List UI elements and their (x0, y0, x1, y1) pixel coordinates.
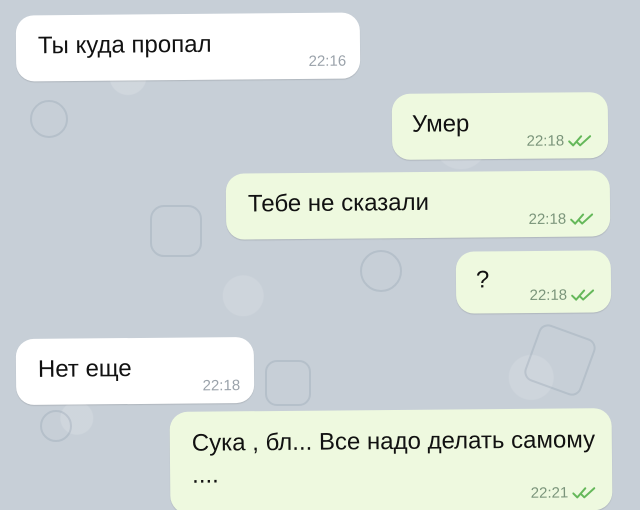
background-doodle (521, 321, 599, 399)
message-text: Умер (411, 110, 470, 138)
message-time: 22:18 (526, 132, 565, 150)
message-meta: 22:18 (528, 210, 597, 229)
message-time: 22:18 (529, 286, 568, 305)
message-time: 22:16 (308, 52, 347, 70)
message-time: 22:21 (530, 484, 569, 502)
double-check-icon (572, 486, 596, 498)
incoming-message-bubble[interactable]: Ты куда пропал 22:16 (15, 12, 361, 82)
outgoing-message-bubble[interactable]: Умер 22:18 (391, 92, 609, 160)
incoming-message-bubble[interactable]: Нет еще 22:18 (15, 336, 255, 406)
message-time: 22:18 (202, 377, 241, 395)
double-check-icon (570, 212, 594, 225)
message-meta: 22:18 (529, 286, 598, 305)
message-time: 22:18 (528, 210, 567, 229)
message-text: Сука , бл... Все надо делать самому .... (191, 426, 596, 489)
double-check-icon (571, 288, 595, 301)
outgoing-message-bubble[interactable]: ? 22:18 (455, 250, 612, 314)
message-meta: 22:18 (526, 132, 595, 150)
message-meta: 22:18 (202, 377, 241, 395)
message-text: Тебе не сказали (247, 188, 430, 218)
message-text: ? (475, 266, 490, 294)
background-doodle (150, 205, 202, 257)
chat-background: Ты куда пропал 22:16 Умер 22:18 Тебе не … (0, 0, 640, 510)
message-text: Нет еще (37, 355, 132, 383)
background-doodle (40, 410, 72, 442)
double-check-icon (568, 134, 592, 146)
message-text: Ты куда пропал (37, 30, 212, 60)
background-doodle (30, 100, 68, 138)
background-doodle (360, 250, 402, 292)
outgoing-message-bubble[interactable]: Тебе не сказали 22:18 (225, 170, 611, 240)
message-meta: 22:16 (308, 52, 347, 70)
background-doodle (265, 360, 311, 406)
message-meta: 22:21 (530, 484, 599, 502)
outgoing-message-bubble[interactable]: Сука , бл... Все надо делать самому ....… (169, 408, 613, 510)
